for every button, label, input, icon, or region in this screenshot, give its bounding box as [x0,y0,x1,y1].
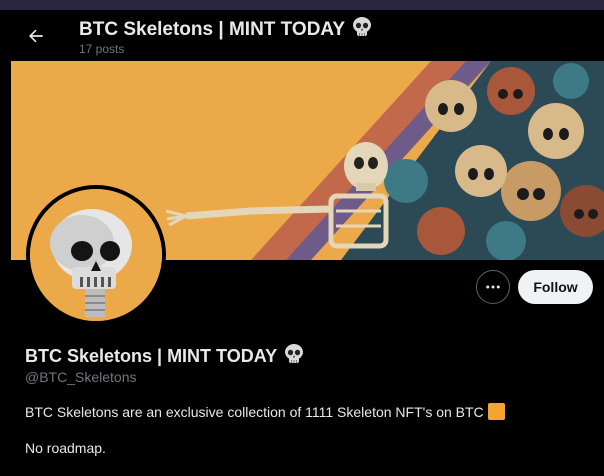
profile-bio: BTC Skeletons are an exclusive collectio… [25,403,505,420]
profile-display-name: BTC Skeletons | MINT TODAY [25,343,305,370]
post-count: 17 posts [79,42,125,56]
display-name-text: BTC Skeletons | MINT TODAY [25,346,278,366]
more-horizontal-icon [486,285,500,289]
browser-top-strip [0,0,604,10]
skull-icon [283,343,305,370]
more-options-button[interactable] [476,270,510,304]
orange-square-icon [487,403,505,420]
profile-bio-line2: No roadmap. [25,440,106,456]
profile-handle: @BTC_Skeletons [25,369,137,385]
header-title: BTC Skeletons | MINT TODAY [79,16,373,44]
header-title-text: BTC Skeletons | MINT TODAY [79,19,346,40]
profile-header-bar: BTC Skeletons | MINT TODAY 17 posts [0,10,604,60]
arrow-left-icon [29,29,43,43]
skull-icon [351,16,373,44]
bio-text: BTC Skeletons are an exclusive collectio… [25,404,484,420]
follow-button[interactable]: Follow [518,270,593,304]
profile-avatar[interactable] [26,185,166,325]
back-button[interactable] [20,22,52,50]
